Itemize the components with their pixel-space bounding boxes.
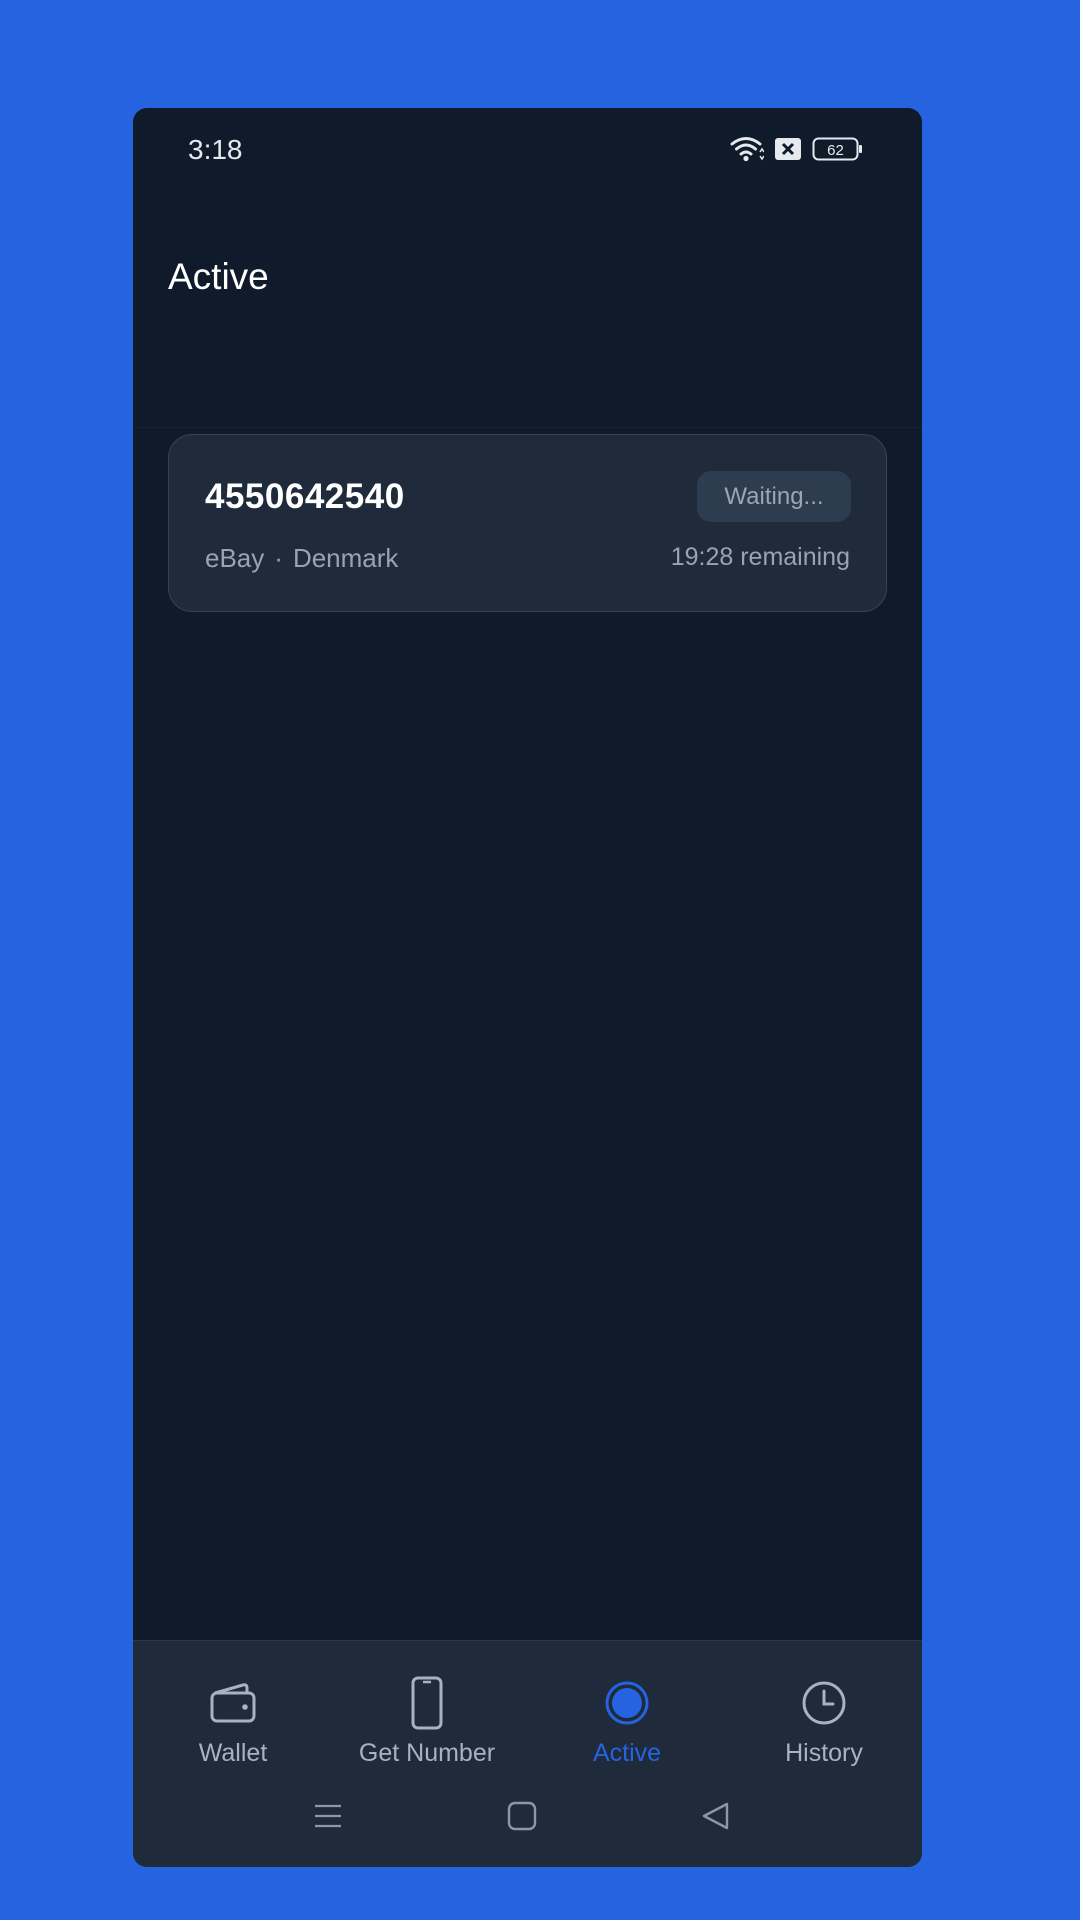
nav-label-active: Active (592, 1739, 662, 1767)
back-icon[interactable] (701, 1801, 731, 1831)
status-bar: 3:18 62 (133, 108, 922, 188)
menu-icon[interactable] (313, 1801, 343, 1831)
separator: · (274, 543, 283, 573)
nav-item-active[interactable]: Active (527, 1677, 727, 1768)
active-number-card[interactable]: 4550642540 Waiting... eBay · Denmark 19:… (168, 434, 887, 612)
active-dot-icon (605, 1681, 649, 1725)
bottom-nav: Wallet Get Number Active History (133, 1641, 922, 1771)
battery-icon: 62 (812, 137, 862, 161)
status-time: 3:18 (188, 134, 243, 165)
nav-item-history[interactable]: History (724, 1677, 922, 1768)
sim-error-icon (775, 138, 801, 160)
phone-icon (411, 1676, 443, 1730)
page-title: Active (168, 256, 269, 297)
home-icon[interactable] (507, 1801, 537, 1831)
header (133, 188, 922, 428)
bottom-bar: Wallet Get Number Active History (133, 1640, 922, 1867)
time-remaining: 19:28 remaining (670, 543, 850, 571)
phone-screen: 3:18 62 Active 4550642540 Waiting... eBa… (133, 108, 922, 1867)
nav-label-history: History (785, 1739, 863, 1767)
system-nav-bar (133, 1801, 922, 1851)
card-meta: eBay · Denmark (205, 543, 398, 574)
nav-label-wallet: Wallet (198, 1739, 268, 1767)
wifi-icon (730, 137, 764, 162)
nav-item-wallet[interactable]: Wallet (133, 1677, 333, 1768)
phone-number: 4550642540 (205, 477, 405, 516)
svg-text:62: 62 (827, 142, 844, 159)
service-name: eBay (205, 543, 265, 573)
status-icons: 62 (730, 134, 864, 164)
nav-item-get-number[interactable]: Get Number (327, 1676, 527, 1768)
status-badge: Waiting... (697, 471, 851, 522)
wallet-icon (210, 1683, 256, 1723)
country-name: Denmark (292, 543, 399, 573)
clock-icon (802, 1681, 846, 1725)
nav-label-get-number: Get Number (358, 1739, 496, 1767)
